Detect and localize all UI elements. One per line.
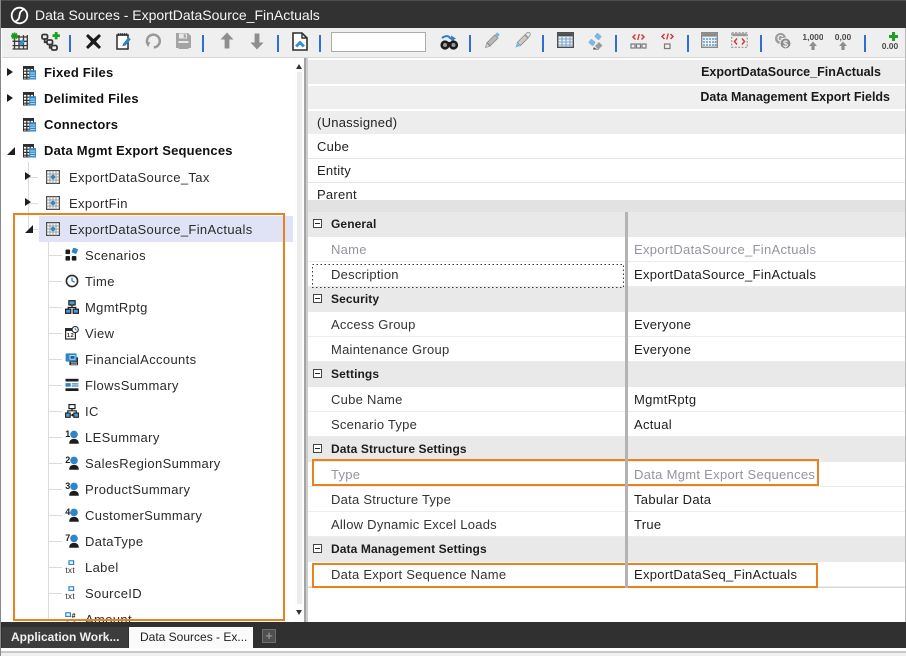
svg-text:0.00: 0.00 (882, 41, 899, 51)
svg-text:$: $ (783, 39, 788, 49)
svg-text:1,000: 1,000 (803, 32, 823, 42)
svg-text:0,00: 0,00 (835, 32, 852, 42)
